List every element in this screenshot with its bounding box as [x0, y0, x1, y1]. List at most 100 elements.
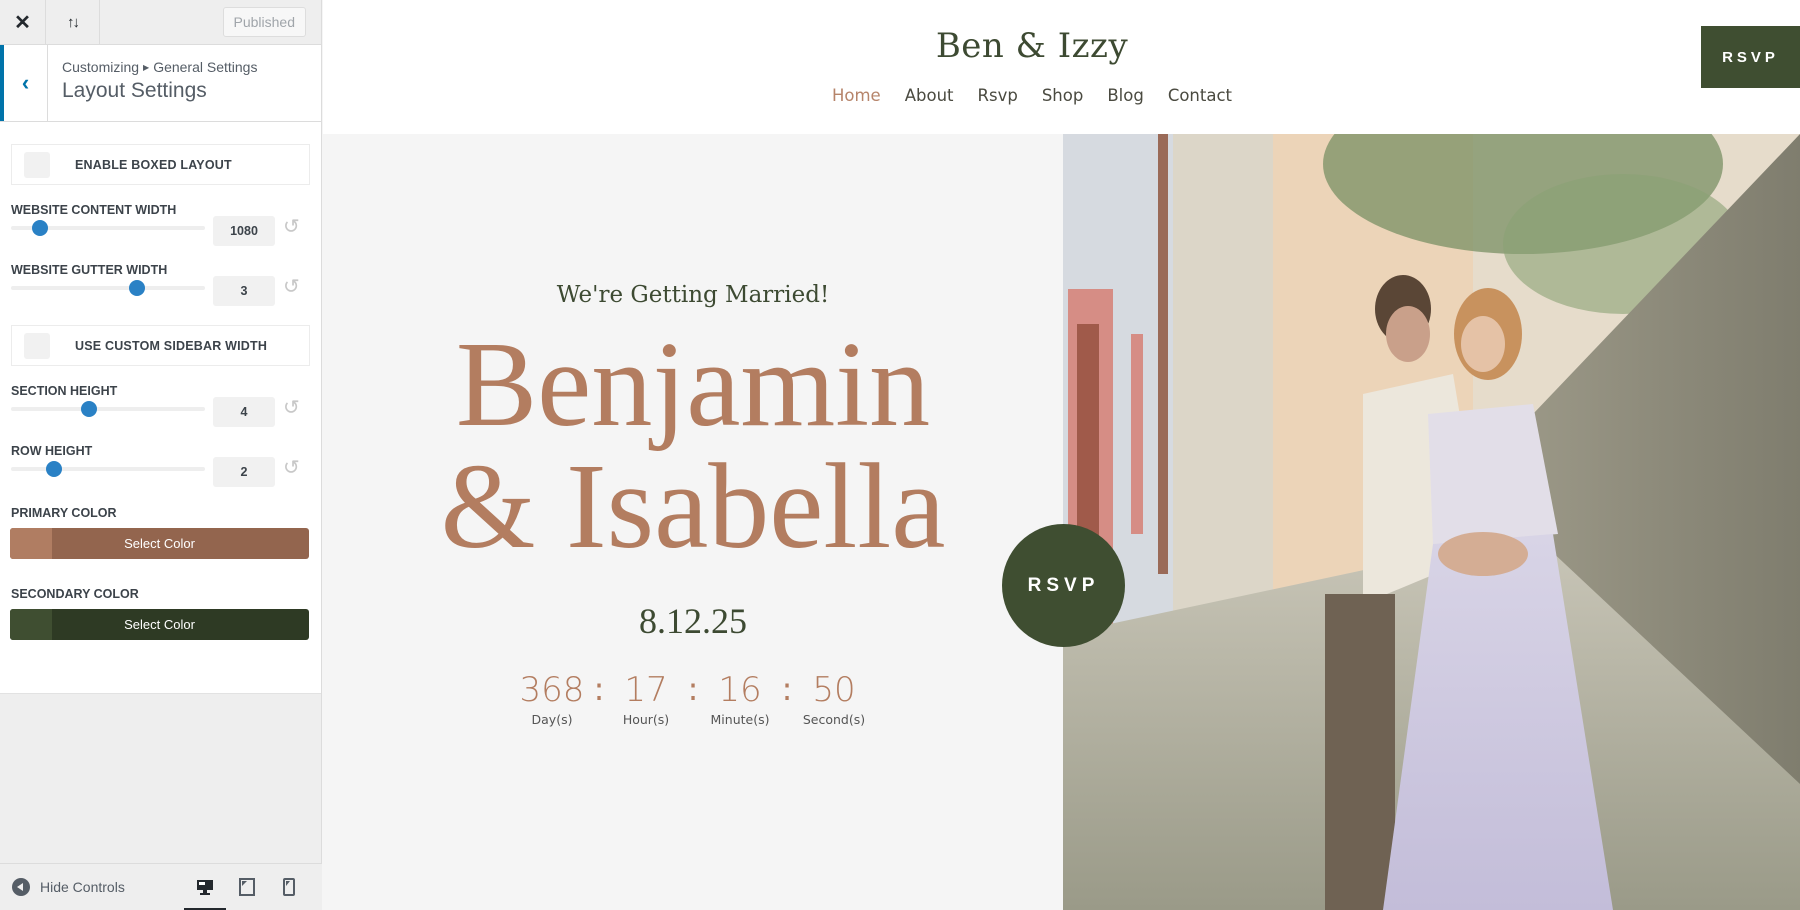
checkbox[interactable] [24, 332, 50, 359]
section-header: ‹ Customizing ▶ General Settings Layout … [0, 45, 321, 122]
countdown-label: Minute(s) [710, 712, 770, 727]
breadcrumb-parent: General Settings [153, 59, 258, 75]
nav-link-shop[interactable]: Shop [1042, 86, 1084, 105]
device-preview-switcher [184, 864, 310, 910]
select-color-label: Select Color [124, 617, 195, 632]
countdown-label: Day(s) [531, 712, 573, 727]
close-icon: ✕ [14, 12, 31, 34]
customizer-footer: Hide Controls [0, 863, 322, 910]
countdown-timer: 368 Day(s):17 Hour(s):16 Minute(s):50 Second… [323, 670, 1063, 727]
slider-handle[interactable] [129, 280, 146, 296]
row-height-value[interactable]: 2 [213, 457, 275, 487]
sort-arrows-icon: ↑↓ [67, 14, 80, 31]
hero-text-section: We're Getting Married! Benjamin & Isabel… [323, 134, 1063, 910]
reorder-button[interactable]: ↑↓ [46, 0, 100, 45]
countdown-separator: : [781, 670, 793, 708]
names-line-2: & Isabella [440, 439, 946, 574]
close-button[interactable]: ✕ [0, 0, 46, 45]
countdown-value: 368 [519, 670, 585, 710]
content-width-control: WEBSITE CONTENT WIDTH 1080 ↺ [10, 195, 311, 255]
primary-color-control: PRIMARY COLOR Select Color [10, 506, 311, 559]
caret-right-icon: ▶ [143, 62, 150, 72]
tablet-preview-button[interactable] [226, 864, 268, 910]
slider-handle[interactable] [45, 461, 62, 477]
nav-link-about[interactable]: About [905, 86, 954, 105]
countdown-value: 50 [812, 670, 856, 710]
countdown-separator: : [687, 670, 699, 708]
countdown-unit: 50 Second(s) [793, 670, 875, 727]
toggle-label: ENABLE BOXED LAYOUT [75, 157, 232, 172]
content-width-slider[interactable] [11, 220, 205, 236]
color-label: PRIMARY COLOR [11, 506, 117, 520]
section-height-slider[interactable] [11, 401, 205, 417]
slider-handle[interactable] [80, 401, 97, 417]
primary-color-button[interactable]: Select Color [10, 528, 309, 559]
mobile-preview-button[interactable] [268, 864, 310, 910]
row-height-slider[interactable] [11, 461, 205, 477]
nav-link-rsvp[interactable]: Rsvp [978, 86, 1018, 105]
rsvp-circle-button[interactable]: RSVP [1002, 524, 1125, 647]
site-preview: Ben & Izzy Home About Rsvp Shop Blog Contact … [323, 0, 1800, 910]
wedding-date: 8.12.25 [639, 601, 747, 641]
select-color-label: Select Color [124, 536, 195, 551]
section-height-control: SECTION HEIGHT 4 ↺ [10, 376, 311, 436]
secondary-color-button[interactable]: Select Color [10, 609, 309, 640]
hero-tagline: We're Getting Married! [556, 282, 830, 308]
checkbox[interactable] [24, 151, 50, 178]
countdown-separator: : [593, 670, 605, 708]
color-label: SECONDARY COLOR [11, 587, 139, 601]
reset-icon[interactable]: ↺ [283, 277, 303, 297]
countdown-value: 16 [718, 670, 762, 710]
desktop-preview-button[interactable] [184, 864, 226, 910]
nav-link-home[interactable]: Home [832, 86, 881, 105]
hide-controls-label: Hide Controls [40, 879, 125, 895]
breadcrumb-root: Customizing [62, 59, 140, 75]
row-height-control: ROW HEIGHT 2 ↺ [10, 436, 311, 496]
reset-icon[interactable]: ↺ [283, 217, 303, 237]
section-height-value[interactable]: 4 [213, 397, 275, 427]
section-title: Layout Settings [62, 79, 207, 102]
countdown-unit: 17 Hour(s) [605, 670, 687, 727]
reset-icon[interactable]: ↺ [283, 458, 303, 478]
layout-controls: ENABLE BOXED LAYOUT WEBSITE CONTENT WIDT… [0, 122, 321, 694]
countdown-label: Second(s) [802, 712, 866, 727]
secondary-color-control: SECONDARY COLOR Select Color [10, 587, 311, 640]
customizer-sidebar: ✕ ↑↓ Published ‹ Customizing ▶ General S… [0, 0, 322, 910]
countdown-unit: 368 Day(s) [511, 670, 593, 727]
couple-names: Benjamin & Isabella [323, 324, 1063, 568]
toggle-label: USE CUSTOM SIDEBAR WIDTH [75, 338, 268, 353]
countdown-unit: 16 Minute(s) [699, 670, 781, 727]
gutter-width-slider[interactable] [11, 280, 205, 296]
chevron-left-icon: ‹ [21, 70, 30, 95]
gutter-width-value[interactable]: 3 [213, 276, 275, 306]
reset-icon[interactable]: ↺ [283, 398, 303, 418]
gutter-width-control: WEBSITE GUTTER WIDTH 3 ↺ [10, 255, 311, 315]
slider-label: SECTION HEIGHT [11, 384, 118, 398]
couple-photo [1063, 134, 1800, 910]
color-swatch [10, 609, 52, 640]
nav-link-blog[interactable]: Blog [1107, 86, 1143, 105]
photo-illustration [1063, 134, 1800, 910]
published-button[interactable]: Published [222, 7, 306, 37]
breadcrumb: Customizing ▶ General Settings [62, 59, 257, 75]
content-width-value[interactable]: 1080 [213, 216, 275, 246]
back-button[interactable]: ‹ [0, 45, 48, 121]
names-line-1: Benjamin [455, 317, 931, 452]
main-nav: Home About Rsvp Shop Blog Contact [323, 86, 1741, 105]
site-header: Ben & Izzy Home About Rsvp Shop Blog Contact … [323, 0, 1800, 134]
enable-boxed-layout-toggle[interactable]: ENABLE BOXED LAYOUT [11, 144, 310, 185]
desktop-icon [197, 880, 213, 895]
countdown-label: Hour(s) [622, 712, 670, 727]
slider-label: WEBSITE CONTENT WIDTH [11, 203, 177, 217]
slider-handle[interactable] [32, 220, 49, 236]
hide-controls-button[interactable]: Hide Controls [12, 878, 125, 896]
tablet-icon [239, 878, 255, 896]
custom-sidebar-width-toggle[interactable]: USE CUSTOM SIDEBAR WIDTH [11, 325, 310, 366]
customizer-topbar: ✕ ↑↓ Published [0, 0, 321, 45]
countdown-value: 17 [624, 670, 668, 710]
site-title[interactable]: Ben & Izzy [323, 26, 1741, 66]
nav-link-contact[interactable]: Contact [1168, 86, 1232, 105]
rsvp-header-button[interactable]: RSVP [1701, 26, 1800, 88]
slider-label: WEBSITE GUTTER WIDTH [11, 263, 168, 277]
slider-label: ROW HEIGHT [11, 444, 93, 458]
